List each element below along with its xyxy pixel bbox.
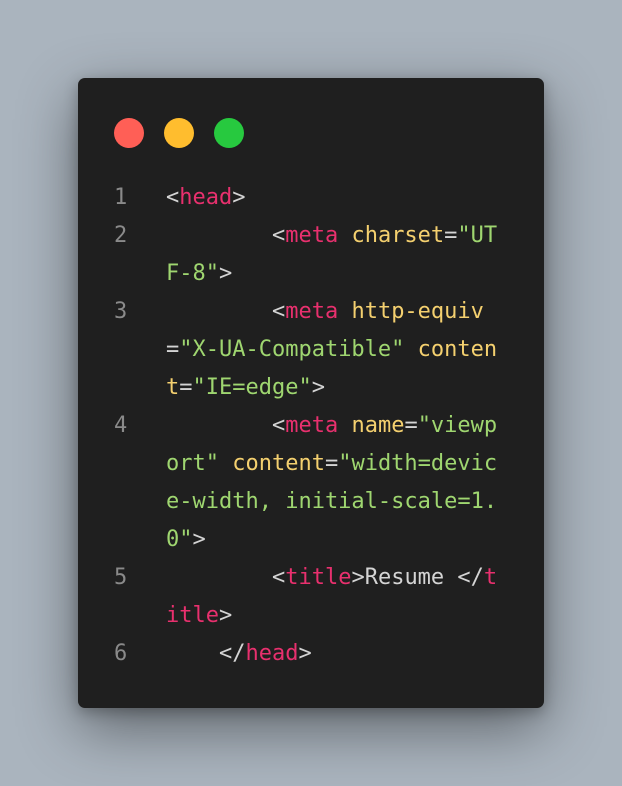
code-token: http-equiv <box>351 299 484 324</box>
code-token: > <box>311 375 325 400</box>
code-token: title <box>285 565 352 590</box>
code-token: > <box>218 603 233 628</box>
line-number: 6 <box>114 641 128 666</box>
line-number: 4 <box>114 413 128 438</box>
code-token: charset <box>351 223 445 248</box>
line-content: <head> <box>166 179 506 217</box>
line-number: 2 <box>114 223 128 248</box>
code-token: = <box>404 413 418 438</box>
code-token: "IE=edge" <box>192 375 312 400</box>
code-token: name <box>351 413 405 438</box>
code-window: 1 <head> 2 <meta charset="UTF-8"> 3 <meta h… <box>78 78 544 708</box>
code-token: = <box>179 375 193 400</box>
code-token: < <box>271 413 286 438</box>
line-content: <meta charset="UTF-8"> <box>166 217 506 293</box>
line-content: <meta http-equiv="X-UA-Compatible" conte… <box>166 293 506 407</box>
code-line: 6 </head> <box>78 635 544 673</box>
code-line: 3 <meta http-equiv="X-UA-Compatible" con… <box>78 293 544 407</box>
code-token: head <box>179 185 233 210</box>
code-token: </ <box>457 565 484 590</box>
code-token: = <box>324 451 339 476</box>
line-number: 3 <box>114 299 128 324</box>
code-token: > <box>218 261 233 286</box>
line-number: 5 <box>114 565 128 590</box>
code-token: meta <box>285 299 339 324</box>
code-token: head <box>245 641 299 666</box>
code-token: = <box>444 223 458 248</box>
code-line: 4 <meta name="viewport" content="width=d… <box>78 407 544 559</box>
code-line: 2 <meta charset="UTF-8"> <box>78 217 544 293</box>
code-token: > <box>232 185 246 210</box>
code-token: > <box>298 641 312 666</box>
code-token: > <box>192 527 206 552</box>
close-dot-icon[interactable] <box>114 118 144 148</box>
code-token: meta <box>285 413 339 438</box>
maximize-dot-icon[interactable] <box>214 118 244 148</box>
code-token: Resume <box>364 565 458 590</box>
code-line: 5 <title>Resume </title> <box>78 559 544 635</box>
line-content: </head> <box>166 635 506 673</box>
code-token: < <box>271 223 286 248</box>
code-token: </ <box>218 641 246 666</box>
code-token: "X-UA-Compatible" <box>179 337 405 362</box>
minimize-dot-icon[interactable] <box>164 118 194 148</box>
line-number: 1 <box>114 185 128 210</box>
code-token: < <box>271 565 286 590</box>
code-token: < <box>166 185 180 210</box>
code-token: = <box>166 337 180 362</box>
code-block: 1 <head> 2 <meta charset="UTF-8"> 3 <meta h… <box>78 179 544 673</box>
code-token: meta <box>285 223 339 248</box>
line-content: <title>Resume </title> <box>166 559 506 635</box>
code-line: 1 <head> <box>78 179 544 217</box>
code-token: content <box>232 451 325 476</box>
code-token: > <box>351 565 365 590</box>
code-token: < <box>271 299 286 324</box>
line-content: <meta name="viewport" content="width=dev… <box>166 407 506 559</box>
